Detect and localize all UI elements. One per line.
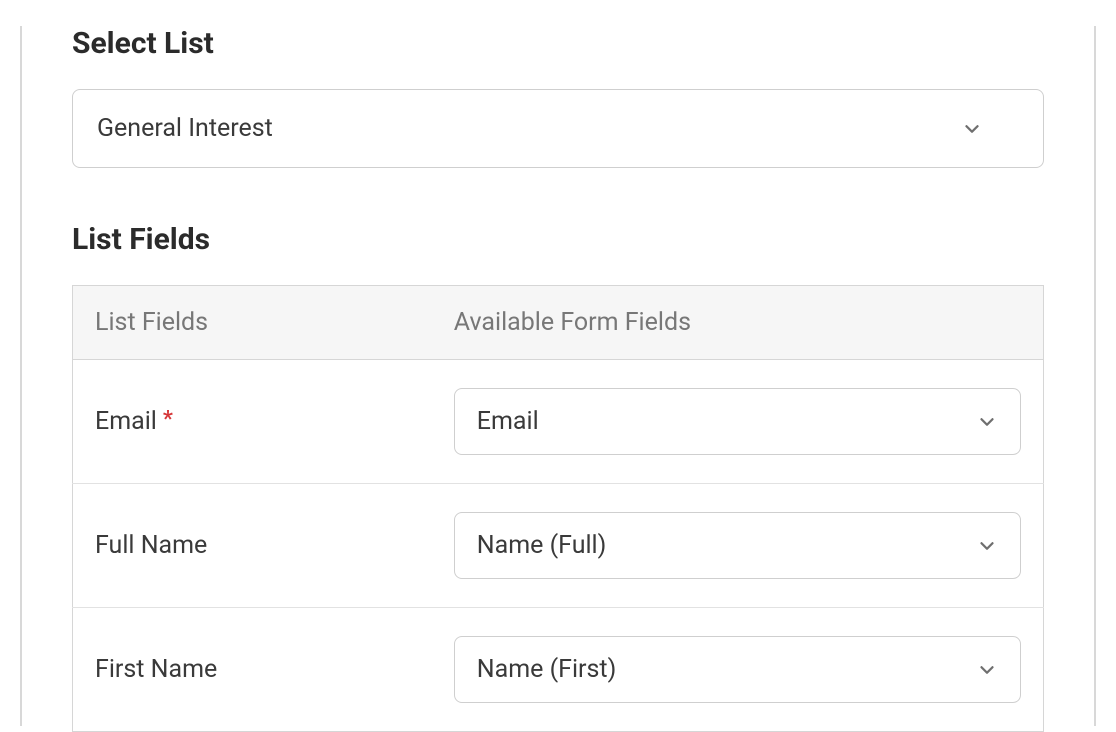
field-select-cell: Name (First) — [432, 608, 1044, 732]
field-label: First Name — [95, 655, 217, 684]
select-list-heading: Select List — [72, 26, 1044, 61]
chevron-down-icon — [976, 659, 998, 681]
column-header-available-form-fields: Available Form Fields — [432, 286, 1044, 360]
required-indicator: * — [163, 407, 173, 432]
list-fields-table: List Fields Available Form Fields Email*… — [72, 285, 1044, 732]
select-list-value: General Interest — [97, 114, 961, 143]
select-list-dropdown[interactable]: General Interest — [72, 89, 1044, 168]
table-row: Full Name Name (Full) — [73, 484, 1044, 608]
form-field-dropdown[interactable]: Email — [454, 388, 1021, 455]
table-row: First Name Name (First) — [73, 608, 1044, 732]
field-label-cell: Email* — [73, 360, 432, 484]
chevron-down-icon — [976, 411, 998, 433]
form-field-value: Email — [477, 407, 539, 436]
list-fields-heading: List Fields — [72, 222, 1044, 257]
settings-panel: Select List General Interest List Fields… — [20, 26, 1096, 726]
form-field-dropdown[interactable]: Name (First) — [454, 636, 1021, 703]
form-field-dropdown[interactable]: Name (Full) — [454, 512, 1021, 579]
chevron-down-icon — [976, 535, 998, 557]
field-label: Email — [95, 407, 157, 436]
table-row: Email* Email — [73, 360, 1044, 484]
column-header-list-fields: List Fields — [73, 286, 432, 360]
form-field-value: Name (Full) — [477, 531, 607, 560]
field-label-cell: Full Name — [73, 484, 432, 608]
field-label-cell: First Name — [73, 608, 432, 732]
table-header-row: List Fields Available Form Fields — [73, 286, 1044, 360]
field-select-cell: Name (Full) — [432, 484, 1044, 608]
form-field-value: Name (First) — [477, 655, 617, 684]
field-label: Full Name — [95, 531, 207, 560]
chevron-down-icon — [961, 118, 983, 140]
field-select-cell: Email — [432, 360, 1044, 484]
